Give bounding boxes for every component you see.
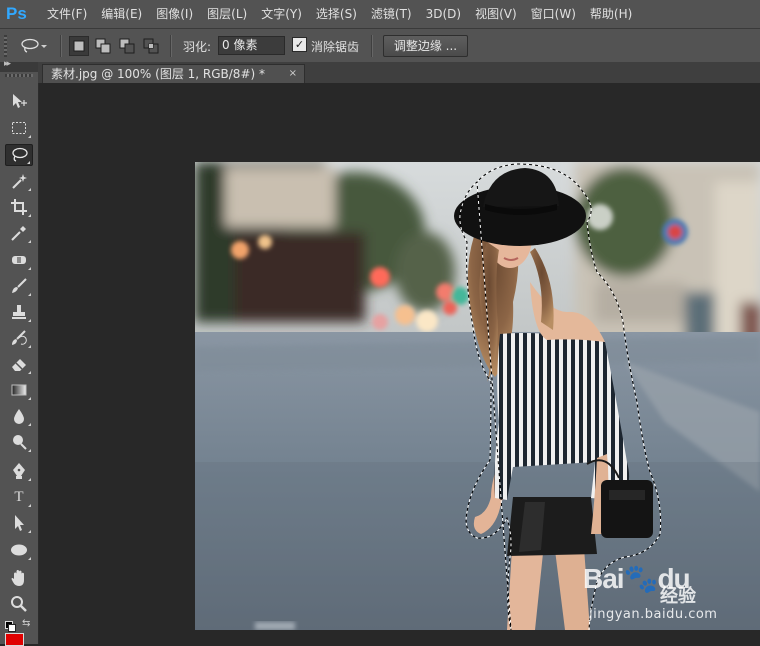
- hand-icon: [11, 570, 24, 586]
- history-brush-tool[interactable]: [5, 327, 33, 349]
- options-separator: [60, 35, 62, 57]
- pen-tool[interactable]: [5, 460, 33, 482]
- crop-icon: [11, 199, 27, 215]
- magic-wand-tool[interactable]: [5, 170, 33, 192]
- options-separator: [371, 35, 373, 57]
- options-bar-grip[interactable]: [4, 35, 7, 57]
- menu-file[interactable]: 文件(F): [40, 0, 94, 28]
- photo-street-woman: [195, 162, 760, 630]
- swap-colors-icon[interactable]: ⇆: [22, 618, 30, 629]
- hand-tool[interactable]: [5, 567, 33, 589]
- rectangular-marquee-icon: [12, 122, 26, 134]
- magnifier-icon: [11, 596, 27, 612]
- tools-panel-grip[interactable]: [5, 74, 33, 77]
- menu-items: 文件(F) 编辑(E) 图像(I) 图层(L) 文字(Y) 选择(S) 滤镜(T…: [40, 0, 639, 28]
- anti-alias-label: 消除锯齿: [311, 40, 360, 54]
- subtract-selection-icon: [119, 38, 135, 54]
- paw-icon: 🐾: [623, 563, 659, 594]
- intersect-selection-icon: [143, 38, 159, 54]
- menu-view[interactable]: 视图(V): [468, 0, 524, 28]
- dodge-icon: [13, 435, 27, 450]
- type-tool[interactable]: T: [5, 486, 33, 508]
- close-tab-icon[interactable]: ×: [289, 65, 297, 83]
- tool-preset-picker[interactable]: [20, 37, 48, 55]
- photoshop-logo: Ps: [6, 4, 27, 23]
- feather-input[interactable]: 0 像素: [218, 36, 285, 55]
- ellipse-tool[interactable]: [5, 539, 33, 561]
- watermark-url: jingyan.baidu.com: [589, 607, 718, 622]
- default-colors-icon[interactable]: [5, 621, 16, 632]
- menu-window[interactable]: 窗口(W): [524, 0, 583, 28]
- menu-filter[interactable]: 滤镜(T): [364, 0, 419, 28]
- eraser-tool[interactable]: [5, 353, 33, 375]
- brush-icon: [12, 278, 27, 293]
- path-selection-tool[interactable]: [5, 512, 33, 534]
- feather-label: 羽化:: [183, 40, 212, 54]
- type-icon: T: [14, 489, 24, 505]
- lasso-icon: [12, 147, 28, 162]
- menu-edit[interactable]: 编辑(E): [94, 0, 149, 28]
- new-selection-icon: [73, 40, 85, 52]
- bandage-icon: [12, 256, 26, 264]
- foreground-color-swatch[interactable]: [5, 633, 24, 646]
- eraser-icon: [12, 359, 26, 371]
- ellipse-icon: [11, 544, 27, 556]
- baidu-jingyan-label: 经验: [660, 586, 696, 607]
- gradient-tool[interactable]: [5, 379, 33, 401]
- dodge-tool[interactable]: [5, 431, 33, 453]
- gradient-icon: [11, 384, 27, 396]
- clone-stamp-tool[interactable]: [5, 301, 33, 323]
- history-brush-icon: [12, 330, 27, 345]
- magic-wand-icon: [12, 174, 27, 189]
- water-drop-icon: [14, 409, 24, 424]
- crop-tool[interactable]: [5, 196, 33, 218]
- menu-bar: Ps 文件(F) 编辑(E) 图像(I) 图层(L) 文字(Y) 选择(S) 滤…: [0, 0, 760, 29]
- document-canvas-image[interactable]: [195, 162, 760, 630]
- menu-layer[interactable]: 图层(L): [200, 0, 254, 28]
- tools-panel: ▸▸ T ⇆: [0, 59, 39, 646]
- pen-icon: [13, 463, 25, 479]
- move-icon: [13, 94, 27, 108]
- refine-edge-button[interactable]: 调整边缘 ...: [383, 35, 468, 57]
- document-tab-bar: 素材.jpg @ 100% (图层 1, RGB/8#) * ×: [38, 62, 760, 83]
- stamp-icon: [12, 305, 26, 319]
- marquee-tool[interactable]: [5, 117, 33, 139]
- blur-tool[interactable]: [5, 405, 33, 427]
- options-separator: [170, 35, 172, 57]
- spot-healing-tool[interactable]: [5, 249, 33, 271]
- options-bar: 羽化: 0 像素 ✓ 消除锯齿 调整边缘 ...: [0, 29, 760, 63]
- subtract-selection-button[interactable]: [117, 36, 137, 56]
- tools-panel-header: ▸▸: [0, 59, 38, 72]
- move-tool[interactable]: [5, 90, 33, 112]
- eyedropper-tool[interactable]: [5, 222, 33, 244]
- add-selection-button[interactable]: [93, 36, 113, 56]
- lasso-icon: [21, 38, 47, 53]
- intersect-selection-button[interactable]: [141, 36, 161, 56]
- menu-type[interactable]: 文字(Y): [254, 0, 309, 28]
- collapse-panel-icon[interactable]: ▸▸: [4, 59, 11, 69]
- zoom-tool[interactable]: [5, 593, 33, 615]
- menu-help[interactable]: 帮助(H): [583, 0, 639, 28]
- path-selection-icon: [15, 515, 24, 531]
- document-tab-title: 素材.jpg @ 100% (图层 1, RGB/8#) *: [51, 67, 265, 81]
- menu-image[interactable]: 图像(I): [149, 0, 200, 28]
- menu-select[interactable]: 选择(S): [309, 0, 364, 28]
- checkmark-icon: ✓: [294, 38, 305, 51]
- document-tab[interactable]: 素材.jpg @ 100% (图层 1, RGB/8#) * ×: [42, 64, 305, 83]
- anti-alias-checkbox[interactable]: ✓: [292, 37, 307, 52]
- color-swatches: ⇆: [0, 618, 38, 646]
- brush-tool[interactable]: [5, 275, 33, 297]
- lasso-tool[interactable]: [5, 144, 33, 166]
- menu-3d[interactable]: 3D(D): [419, 0, 468, 28]
- new-selection-button[interactable]: [69, 36, 89, 56]
- add-selection-icon: [95, 38, 111, 54]
- eyedropper-icon: [11, 226, 26, 241]
